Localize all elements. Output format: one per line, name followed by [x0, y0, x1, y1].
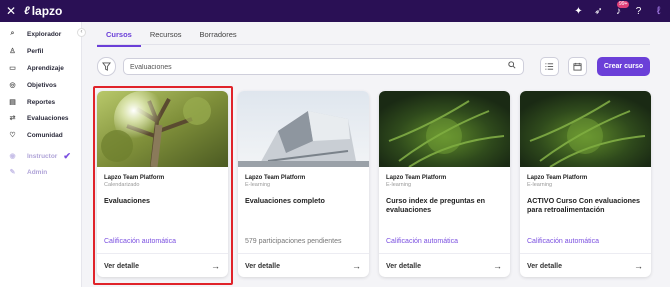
instructor-icon: ◉: [9, 153, 16, 160]
sidebar-item-label: Instructor: [27, 152, 58, 160]
sidebar-item-evaluaciones[interactable]: ⇄ Evaluaciones: [8, 112, 69, 124]
search-input[interactable]: [130, 62, 490, 72]
user-icon: ♙: [9, 48, 16, 55]
search-bar: [123, 58, 524, 75]
course-card[interactable]: Lapzo Team Platform E-learning ACTIVO Curs…: [520, 91, 651, 277]
bell-icon[interactable]: ♪ 99+: [613, 0, 630, 17]
notification-badge: 99+: [617, 0, 630, 8]
app-name: lapzo: [31, 4, 63, 18]
course-thumbnail: [520, 91, 651, 167]
sidebar-item-label: Admin: [27, 168, 48, 176]
course-title: Curso index de preguntas en evaluaciones: [386, 196, 486, 214]
card-divider: [520, 253, 651, 254]
sidebar-item-objetivos[interactable]: ◎ Objetivos: [8, 79, 57, 91]
sidebar-item-label: Objetivos: [27, 81, 57, 89]
view-detail-link[interactable]: Ver detalle: [527, 263, 562, 270]
course-org: Lapzo Team Platform: [245, 175, 306, 181]
help-icon[interactable]: ?: [633, 6, 644, 17]
sidebar-item-label: Evaluaciones: [27, 114, 69, 122]
sidebar-item-label: Perfil: [27, 47, 44, 55]
sidebar-item-label: Comunidad: [27, 131, 63, 139]
chart-icon: ▤: [9, 99, 16, 106]
create-course-button[interactable]: Crear curso: [597, 57, 650, 76]
sidebar-item-aprendizaje[interactable]: ▭ Aprendizaje: [8, 62, 64, 74]
target-icon: ◎: [9, 82, 16, 89]
heart-icon: ♡: [9, 132, 16, 139]
course-title: ACTIVO Curso Con evaluaciones para retro…: [527, 196, 641, 214]
arrow-right-icon[interactable]: →: [352, 261, 361, 271]
view-detail-link[interactable]: Ver detalle: [386, 263, 421, 270]
course-thumbnail: [379, 91, 510, 167]
filter-icon: [102, 62, 111, 71]
course-meta: 579 participaciones pendientes: [245, 238, 342, 245]
sidebar-item-comunidad[interactable]: ♡ Comunidad: [8, 129, 63, 141]
sidebar-item-explorador[interactable]: ⌕ Explorador: [8, 28, 62, 40]
arrow-right-icon[interactable]: →: [493, 261, 502, 271]
course-org: Lapzo Team Platform: [386, 175, 447, 181]
sidebar-item-reportes[interactable]: ▤ Reportes: [8, 96, 55, 108]
course-card[interactable]: Lapzo Team Platform E-learning Curso index…: [379, 91, 510, 277]
search-icon: ⌕: [10, 30, 15, 37]
check-icon: ✔: [63, 150, 71, 161]
sidebar-item-admin[interactable]: ✎ Admin: [8, 166, 48, 178]
search-icon[interactable]: [508, 61, 516, 71]
course-meta: Calificación automática: [386, 238, 458, 245]
sidebar-item-perfil[interactable]: ♙ Perfil: [8, 45, 43, 57]
sidebar-item-label: Aprendizaje: [27, 64, 64, 72]
view-detail-link[interactable]: Ver detalle: [245, 263, 280, 270]
list-view-button[interactable]: [540, 57, 559, 76]
course-card[interactable]: Lapzo Team Platform E-learning Evaluacione…: [238, 91, 369, 277]
avatar[interactable]: ℓ: [653, 5, 664, 17]
calendar-icon: [573, 62, 582, 71]
top-bar: ✕ ℓ lapzo ✦ ➶ ♪ 99+ ? ℓ: [0, 0, 670, 22]
course-type: E-learning: [245, 182, 271, 188]
sidebar-item-instructor[interactable]: ◉ Instructor ✔: [8, 150, 71, 162]
rocket-icon[interactable]: ➶: [593, 6, 604, 17]
book-icon: ▭: [9, 65, 16, 72]
calendar-view-button[interactable]: [568, 57, 587, 76]
sidebar-item-label: Explorador: [27, 30, 62, 38]
swap-icon: ⇄: [9, 115, 16, 122]
course-title: Evaluaciones completo: [245, 196, 325, 205]
logo-mark-icon: ℓ: [24, 5, 30, 17]
highlight-box: [93, 86, 233, 285]
card-divider: [238, 253, 369, 254]
sparkle-icon[interactable]: ✦: [573, 6, 584, 17]
tab-divider: [97, 44, 650, 45]
course-org: Lapzo Team Platform: [527, 175, 588, 181]
course-meta: Calificación automática: [527, 238, 599, 245]
course-type: E-learning: [527, 182, 553, 188]
course-thumbnail: [238, 91, 369, 167]
sidebar-item-label: Reportes: [27, 98, 56, 106]
admin-icon: ✎: [9, 169, 16, 176]
arrow-right-icon[interactable]: →: [634, 261, 643, 271]
app-logo[interactable]: ℓ lapzo: [24, 4, 62, 18]
filter-button[interactable]: [97, 57, 116, 76]
list-icon: [545, 63, 554, 70]
close-icon[interactable]: ✕: [0, 0, 22, 22]
collapse-sidebar-icon[interactable]: ‹: [77, 28, 86, 37]
course-type: E-learning: [386, 182, 412, 188]
card-divider: [379, 253, 510, 254]
top-bar-actions: ✦ ➶ ♪ 99+ ? ℓ: [573, 0, 664, 22]
